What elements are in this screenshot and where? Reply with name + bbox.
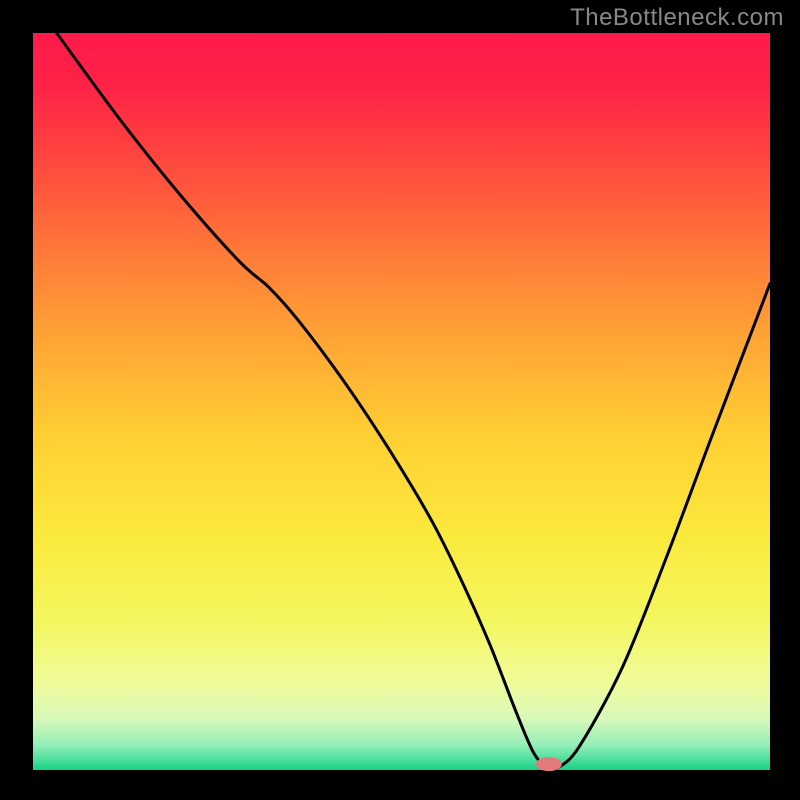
bottleneck-chart — [0, 0, 800, 800]
watermark-label: TheBottleneck.com — [570, 4, 784, 32]
chart-container: TheBottleneck.com — [0, 0, 800, 800]
selected-point-marker — [536, 757, 562, 771]
chart-gradient-background — [33, 33, 770, 770]
